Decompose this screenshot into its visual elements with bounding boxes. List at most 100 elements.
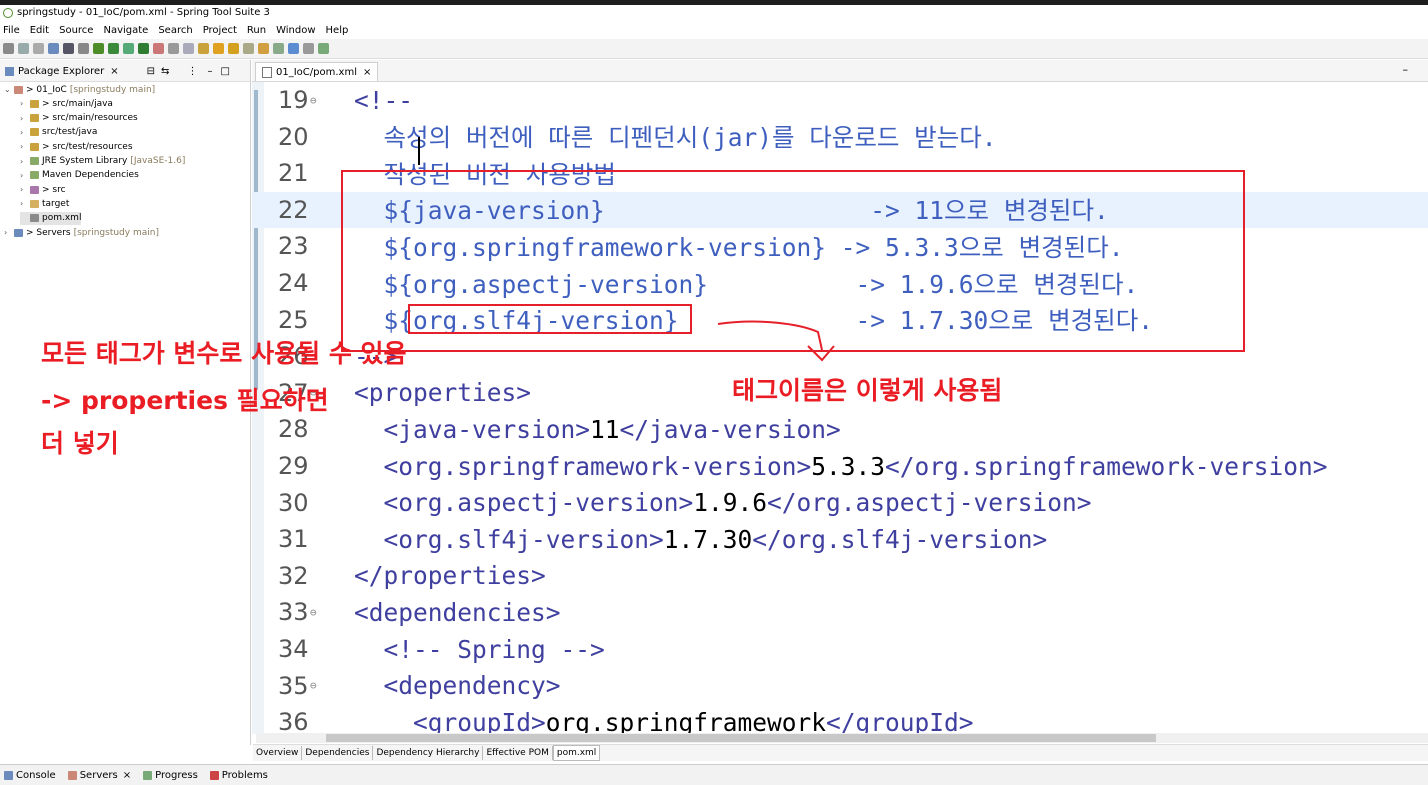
tab-progress[interactable]: Progress	[143, 770, 198, 781]
line-number: 30	[278, 488, 309, 517]
expand-arrow-icon[interactable]: ›	[20, 185, 30, 194]
tree-item[interactable]: › > Servers [springstudy main]	[4, 226, 159, 239]
save-all-icon[interactable]	[33, 43, 44, 54]
tree-item[interactable]: pom.xml	[20, 211, 82, 225]
menu-help[interactable]: Help	[326, 25, 349, 36]
menu-window[interactable]: Window	[276, 25, 315, 36]
maximize-icon[interactable]: □	[220, 66, 229, 77]
tab-pom-xml[interactable]: 01_IoC/pom.xml ×	[255, 62, 379, 81]
back-icon[interactable]	[288, 43, 299, 54]
new-icon[interactable]	[3, 43, 14, 54]
tree-item[interactable]: › > src/main/java	[20, 97, 113, 110]
code-line: 33 ⊖ <dependencies>	[252, 594, 1428, 630]
pom-tab-pom-xml[interactable]: pom.xml	[552, 745, 601, 761]
annotation-left-line2: -> properties 필요하면	[41, 386, 329, 415]
tree-item-label: > src	[42, 184, 66, 195]
tree-item-label: > Servers	[26, 227, 71, 238]
code-text: <java-version>11</java-version>	[354, 415, 841, 444]
tree-node-icon	[14, 228, 23, 237]
code-token: <!-- Spring -->	[354, 634, 605, 664]
line-number: 21	[278, 159, 309, 188]
close-icon[interactable]: ×	[363, 67, 371, 78]
fold-toggle-icon[interactable]: ⊖	[310, 606, 317, 619]
tree-item[interactable]: › Maven Dependencies	[20, 169, 139, 182]
print-icon[interactable]	[48, 43, 59, 54]
view-menu-icon[interactable]: ⋮	[187, 66, 197, 77]
spring-icon[interactable]	[108, 43, 119, 54]
servers-icon	[67, 770, 77, 780]
annotation-icon[interactable]	[243, 43, 254, 54]
tree-node-icon	[30, 99, 39, 108]
tree-item[interactable]: › JRE System Library [JavaSE-1.6]	[20, 155, 185, 168]
new-java-icon[interactable]	[183, 43, 194, 54]
save-icon[interactable]	[18, 43, 29, 54]
code-token: 1.7.30	[663, 524, 753, 554]
link-editor-icon[interactable]: ⇆	[161, 66, 169, 77]
menu-file[interactable]: File	[3, 25, 20, 36]
expand-arrow-icon[interactable]: ›	[20, 171, 30, 180]
pin-icon[interactable]	[213, 43, 224, 54]
expand-arrow-icon[interactable]: ›	[20, 142, 30, 151]
run-debug-icon[interactable]	[93, 43, 104, 54]
fold-toggle-icon[interactable]: ⊖	[310, 679, 317, 692]
tree-item[interactable]: › target	[20, 197, 69, 210]
tree-item-label: > src/main/java	[42, 98, 113, 109]
code-line: 34 <!-- Spring -->	[252, 631, 1428, 667]
fold-toggle-icon[interactable]: ⊖	[310, 94, 317, 107]
prev-icon[interactable]	[273, 43, 284, 54]
menu-edit[interactable]: Edit	[30, 25, 49, 36]
tree-item-label: src/test/java	[42, 127, 98, 138]
coverage-icon[interactable]	[153, 43, 164, 54]
line-number: 29	[278, 452, 309, 480]
run-icon[interactable]	[138, 43, 149, 54]
menu-project[interactable]: Project	[203, 25, 237, 36]
tab-servers[interactable]: Servers ×	[67, 770, 131, 781]
pin-editor-icon[interactable]	[318, 43, 329, 54]
search-icon[interactable]	[228, 43, 239, 54]
menu-search[interactable]: Search	[158, 25, 192, 36]
tree-item[interactable]: ⌄ > 01_IoC [springstudy main]	[4, 83, 155, 96]
external-tools-icon[interactable]	[168, 43, 179, 54]
tree-item[interactable]: › > src/main/resources	[20, 112, 138, 125]
annotation-left-line3: 더 넣기	[41, 429, 119, 458]
code-token: 속성의 버전에 따른 디펜던시(jar)를 다운로드 받는다.	[354, 123, 997, 153]
menu-run[interactable]: Run	[247, 25, 266, 36]
menu-navigate[interactable]: Navigate	[103, 25, 148, 36]
expand-arrow-icon[interactable]: ›	[20, 199, 30, 208]
expand-arrow-icon[interactable]: ⌄	[4, 85, 14, 94]
expand-arrow-icon[interactable]: ›	[4, 228, 14, 237]
forward-icon[interactable]	[303, 43, 314, 54]
menu-source[interactable]: Source	[59, 25, 93, 36]
pom-tab-overview[interactable]: Overview	[253, 746, 303, 760]
pom-tab-effective-pom[interactable]: Effective POM	[483, 746, 553, 760]
close-icon[interactable]: ×	[123, 770, 131, 781]
code-token: 5.3.3	[811, 451, 886, 481]
annotation-arrow	[717, 320, 835, 362]
terminal-icon[interactable]	[63, 43, 74, 54]
package-explorer-header: Package Explorer × ⊟ ⇆ ⋮ – □	[0, 60, 250, 82]
expand-arrow-icon[interactable]: ›	[20, 99, 30, 108]
horizontal-scrollbar[interactable]	[256, 733, 1428, 743]
open-folder-icon[interactable]	[198, 43, 209, 54]
pom-tab-dependencies[interactable]: Dependencies	[302, 746, 374, 760]
debug-icon[interactable]	[123, 43, 134, 54]
scrollbar-thumb[interactable]	[326, 734, 1156, 742]
expand-arrow-icon[interactable]: ›	[20, 128, 30, 137]
pom-tab-dependency-hierarchy[interactable]: Dependency Hierarchy	[373, 746, 484, 760]
tree-item[interactable]: › > src	[20, 183, 66, 196]
tree-node-icon	[30, 199, 39, 208]
expand-arrow-icon[interactable]: ›	[20, 114, 30, 123]
minimize-icon[interactable]: –	[1403, 63, 1409, 76]
code-text: <dependencies>	[354, 598, 561, 627]
expand-arrow-icon[interactable]: ›	[20, 157, 30, 166]
open-type-icon[interactable]	[78, 43, 89, 54]
minimize-icon[interactable]: –	[207, 66, 212, 77]
tab-package-explorer[interactable]: Package Explorer × ⊟ ⇆ ⋮ – □	[2, 63, 230, 79]
close-icon[interactable]: ×	[110, 66, 118, 77]
tab-console[interactable]: Console	[4, 770, 56, 781]
tree-item[interactable]: › src/test/java	[20, 126, 97, 139]
collapse-all-icon[interactable]: ⊟	[147, 66, 155, 77]
next-icon[interactable]	[258, 43, 269, 54]
tree-item[interactable]: › > src/test/resources	[20, 140, 133, 153]
tab-problems[interactable]: Problems	[209, 770, 268, 781]
